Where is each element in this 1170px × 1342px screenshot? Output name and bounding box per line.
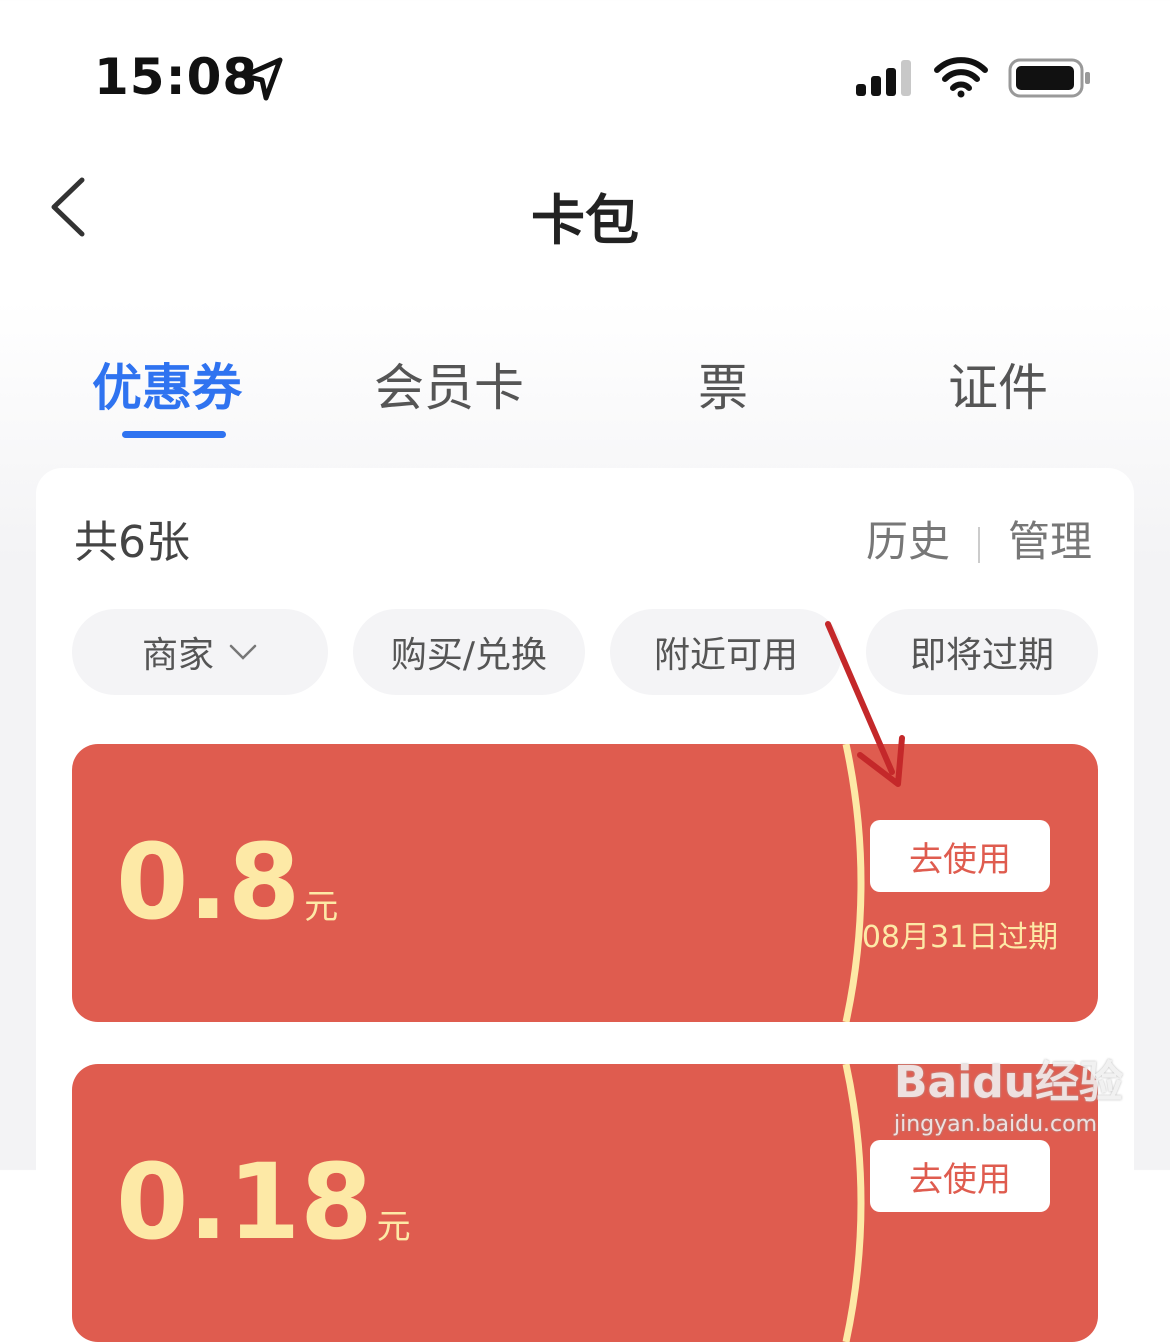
page-title: 卡包 — [531, 189, 639, 252]
annotation-arrow-icon — [825, 621, 905, 787]
coupon-amount-unit: 元 — [304, 887, 339, 927]
cellular-signal-icon — [856, 60, 911, 96]
coupon-card[interactable]: 0.8 元 去使用 08月31日过期 — [72, 744, 1098, 1022]
link-divider — [977, 526, 980, 563]
watermark: Baidu经验 jingyan.baidu.com — [894, 1046, 1123, 1137]
coupon-amount: 0.8 元 — [116, 830, 338, 934]
filter-expiring-label: 即将过期 — [909, 635, 1054, 676]
filter-nearby-label: 附近可用 — [653, 635, 798, 676]
header-links: 历史 管理 — [866, 508, 1092, 569]
tab-certificates[interactable]: 证件 — [948, 348, 1048, 420]
wifi-icon — [934, 57, 988, 98]
active-tab-indicator — [122, 431, 226, 438]
filter-merchant-label: 商家 — [141, 635, 214, 676]
coupon-amount-value: 0.18 — [116, 1141, 373, 1263]
use-coupon-button[interactable]: 去使用 — [870, 1140, 1050, 1212]
history-link[interactable]: 历史 — [866, 517, 950, 566]
coupon-count: 共6张 — [74, 517, 190, 568]
tab-coupons[interactable]: 优惠券 — [92, 348, 242, 420]
filter-merchant-dropdown[interactable]: 商家 — [72, 609, 328, 695]
status-time: 15:08 — [94, 48, 259, 106]
filter-purchase-redeem[interactable]: 购买/兑换 — [353, 609, 585, 695]
tab-membership-cards[interactable]: 会员卡 — [374, 348, 524, 420]
coupon-expiry: 08月31日过期 — [861, 920, 1059, 955]
coupon-amount-unit: 元 — [376, 1207, 411, 1247]
watermark-logo: Baidu经验 — [894, 1057, 1124, 1108]
coupon-amount-value: 0.8 — [116, 821, 301, 943]
watermark-url: jingyan.baidu.com — [894, 1112, 1098, 1137]
tab-tickets[interactable]: 票 — [698, 348, 748, 420]
filter-purchase-label: 购买/兑换 — [390, 635, 548, 676]
battery-icon — [1008, 58, 1090, 98]
use-coupon-button[interactable]: 去使用 — [870, 820, 1050, 892]
manage-link[interactable]: 管理 — [1008, 517, 1092, 566]
location-arrow-icon — [241, 57, 283, 101]
filter-nearby[interactable]: 附近可用 — [610, 609, 842, 695]
coupon-amount: 0.18 元 — [116, 1150, 411, 1254]
chevron-down-icon — [229, 644, 257, 660]
